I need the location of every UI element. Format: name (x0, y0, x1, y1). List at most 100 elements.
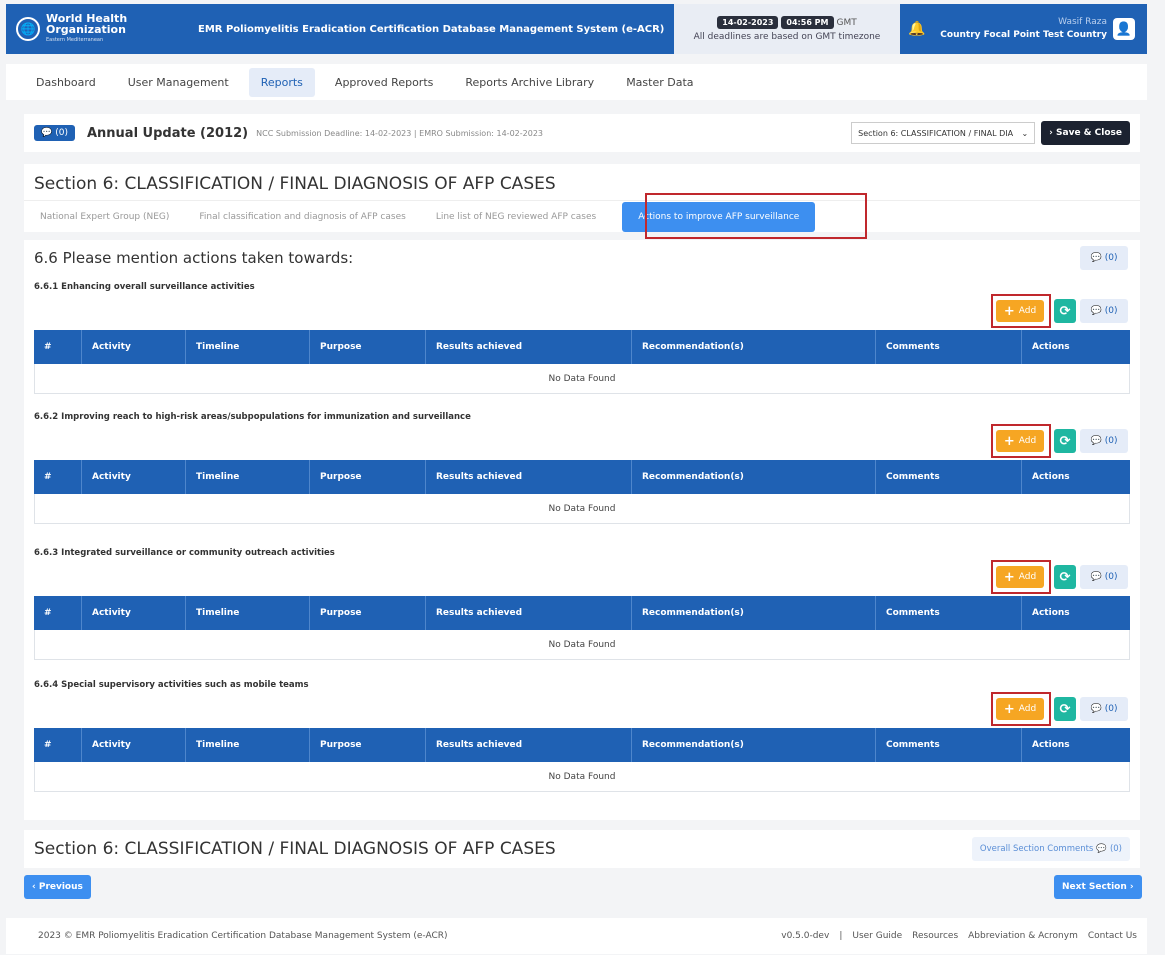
column-header: Activity (82, 596, 186, 630)
column-header: Comments (876, 728, 1022, 762)
page-footer: 2023 © EMR Poliomyelitis Eradication Cer… (6, 918, 1147, 954)
column-header: # (34, 596, 82, 630)
chat-icon: 💬 (1096, 844, 1107, 854)
tab-neg[interactable]: National Expert Group (NEG) (40, 212, 169, 222)
main-nav: Dashboard User Management Reports Approv… (6, 64, 1147, 100)
chat-icon: 💬 (1090, 306, 1102, 316)
comment-count: (0) (1104, 436, 1118, 446)
nav-reports-archive[interactable]: Reports Archive Library (453, 68, 606, 97)
report-comments-button[interactable]: 💬 (0) (34, 125, 75, 141)
column-header: Purpose (310, 728, 426, 762)
highlight-box (645, 193, 867, 239)
nav-approved-reports[interactable]: Approved Reports (323, 68, 445, 97)
comment-count: (0) (1104, 704, 1118, 714)
link-resources[interactable]: Resources (912, 931, 958, 941)
column-header: Results achieved (426, 460, 632, 494)
column-header: Activity (82, 330, 186, 364)
next-section-button[interactable]: Next Section › (1054, 875, 1142, 899)
column-header: Comments (876, 596, 1022, 630)
panel-title: 6.6 Please mention actions taken towards… (34, 249, 354, 267)
column-header: # (34, 460, 82, 494)
refresh-icon[interactable]: ⟳ (1054, 697, 1076, 721)
panel-comments-button[interactable]: 💬 (0) (1080, 246, 1128, 270)
version-text: v0.5.0-dev (781, 931, 830, 941)
actions-table: # Activity Timeline Purpose Results achieved… (34, 728, 1130, 792)
column-header: Actions (1032, 740, 1070, 750)
column-header: Purpose (310, 460, 426, 494)
column-header: Timeline (186, 728, 310, 762)
refresh-icon[interactable]: ⟳ (1054, 429, 1076, 453)
column-header: Activity (82, 728, 186, 762)
chat-icon: 💬 (1090, 436, 1102, 446)
chevron-left-icon: ‹ (32, 882, 39, 892)
column-header: # (34, 330, 82, 364)
column-header: Results achieved (426, 330, 632, 364)
chat-icon: 💬 (41, 128, 53, 138)
highlight-box (991, 560, 1051, 594)
column-header: Recommendation(s) (632, 596, 876, 630)
section-select[interactable]: Section 6: CLASSIFICATION / FINAL DIA ⌄ (851, 122, 1036, 144)
report-deadlines: NCC Submission Deadline: 14-02-2023 | EM… (256, 128, 543, 138)
subsection-title: 6.6.3 Integrated surveillance or communi… (34, 548, 335, 558)
deadline-note: All deadlines are based on GMT timezone (693, 32, 881, 42)
chat-icon: 💬 (1090, 572, 1102, 582)
section-footer-title: Section 6: CLASSIFICATION / FINAL DIAGNO… (34, 839, 556, 859)
comment-count: (0) (1104, 572, 1118, 582)
who-logo[interactable]: 🌐 World Health Organization Eastern Medi… (6, 13, 186, 46)
overall-comments-button[interactable]: Overall Section Comments 💬 (0) (971, 837, 1130, 861)
refresh-icon[interactable]: ⟳ (1054, 565, 1076, 589)
column-header: Purpose (310, 596, 426, 630)
comment-count: (0) (1104, 306, 1118, 316)
nav-dashboard[interactable]: Dashboard (24, 68, 108, 97)
section-select-value: Section 6: CLASSIFICATION / FINAL DIA (858, 128, 1014, 138)
link-contact-us[interactable]: Contact Us (1088, 931, 1137, 941)
app-title: EMR Poliomyelitis Eradication Certificat… (198, 23, 665, 35)
subsection-title: 6.6.1 Enhancing overall surveillance act… (34, 282, 255, 292)
user-info[interactable]: Wasif Raza Country Focal Point Test Coun… (934, 16, 1113, 42)
link-user-guide[interactable]: User Guide (852, 931, 902, 941)
time-badge: 04:56 PM (781, 16, 834, 29)
empty-row: No Data Found (34, 494, 1130, 524)
tab-final-classification[interactable]: Final classification and diagnosis of AF… (199, 212, 405, 222)
column-header: Recommendation(s) (632, 330, 876, 364)
user-role: Country Focal Point Test Country (940, 30, 1107, 40)
chevron-right-icon: › (1049, 128, 1057, 138)
overall-comments-label: Overall Section Comments (979, 844, 1094, 854)
top-header: 🌐 World Health Organization Eastern Medi… (6, 4, 1147, 54)
nav-user-management[interactable]: User Management (116, 68, 241, 97)
subsection-comments-button[interactable]: 💬 (0) (1080, 697, 1128, 721)
comment-count: (0) (1109, 844, 1122, 854)
next-label: Next Section (1062, 882, 1127, 892)
column-header: Recommendation(s) (632, 728, 876, 762)
nav-reports[interactable]: Reports (248, 67, 315, 97)
tab-line-list[interactable]: Line list of NEG reviewed AFP cases (436, 212, 596, 222)
subsection-comments-button[interactable]: 💬 (0) (1080, 429, 1128, 453)
previous-button[interactable]: ‹ Previous (24, 875, 91, 899)
clock-panel: 14-02-2023 04:56 PM GMT All deadlines ar… (674, 4, 900, 54)
bell-icon[interactable]: 🔔 (900, 21, 934, 37)
org-name-line2: Organization (46, 22, 126, 36)
chevron-right-icon: › (1126, 882, 1134, 892)
refresh-icon[interactable]: ⟳ (1054, 299, 1076, 323)
table-header-row: # Activity Timeline Purpose Results achieved… (34, 330, 1130, 364)
table-header-row: # Activity Timeline Purpose Results achieved… (34, 728, 1130, 762)
subsection-title: 6.6.2 Improving reach to high-risk areas… (34, 412, 471, 422)
column-header: Timeline (186, 330, 310, 364)
empty-row: No Data Found (34, 630, 1130, 660)
user-avatar-icon[interactable]: 👤 (1113, 18, 1135, 40)
column-header: Actions (1032, 472, 1070, 482)
section-tabs: National Expert Group (NEG) Final classi… (24, 200, 1140, 232)
chat-icon: 💬 (1090, 253, 1102, 263)
subsection-comments-button[interactable]: 💬 (0) (1080, 565, 1128, 589)
column-header: Comments (876, 460, 1022, 494)
column-header: Actions (1032, 608, 1070, 618)
timezone-label: GMT (836, 17, 857, 28)
link-abbreviation[interactable]: Abbreviation & Acronym (968, 931, 1078, 941)
nav-master-data[interactable]: Master Data (614, 68, 705, 97)
date-badge: 14-02-2023 (717, 16, 779, 29)
subsection-comments-button[interactable]: 💬 (0) (1080, 299, 1128, 323)
column-header: Comments (876, 330, 1022, 364)
save-close-button[interactable]: › Save & Close (1041, 121, 1130, 145)
highlight-box (991, 294, 1051, 328)
report-title: Annual Update (2012) (86, 125, 249, 141)
